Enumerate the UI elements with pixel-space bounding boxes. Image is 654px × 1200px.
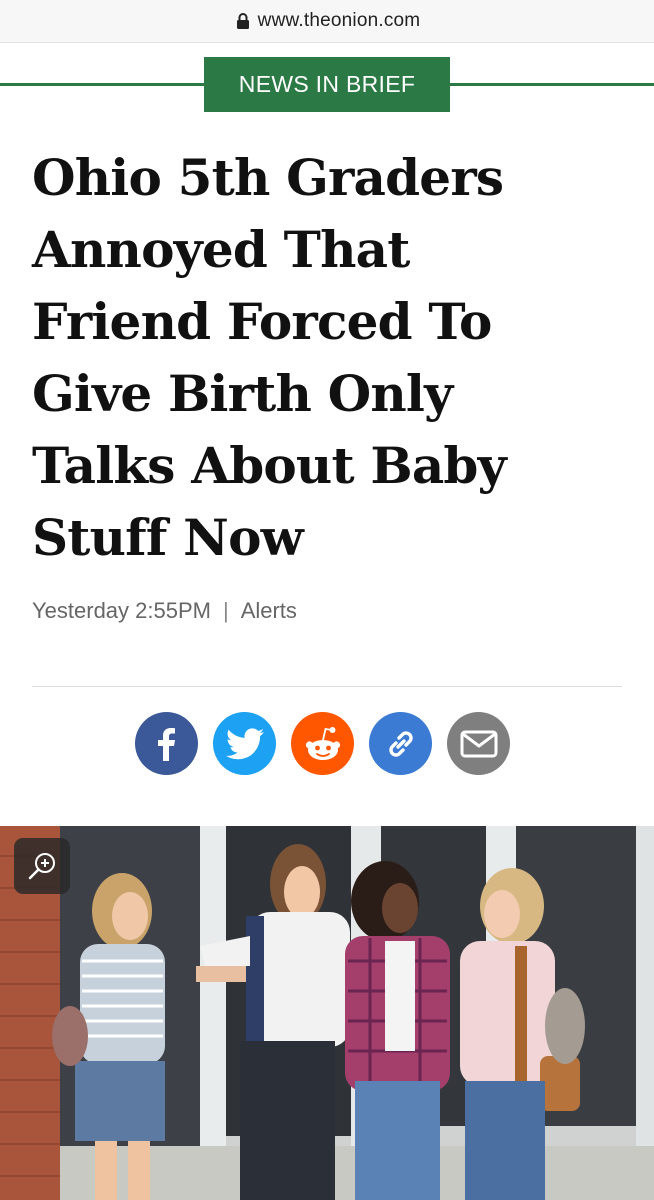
email-share-button[interactable] — [447, 712, 510, 775]
zoom-button[interactable] — [14, 838, 70, 894]
twitter-share-button[interactable] — [213, 712, 276, 775]
reddit-icon — [305, 726, 340, 760]
headline-line: Annoyed That — [32, 220, 410, 279]
reddit-share-button[interactable] — [291, 712, 354, 775]
category-link[interactable]: Alerts — [241, 598, 297, 624]
copy-link-button[interactable] — [369, 712, 432, 775]
headline: Ohio 5th Graders Annoyed That Friend For… — [32, 142, 632, 574]
article-meta: Yesterday 2:55PM | Alerts — [32, 598, 297, 624]
mail-icon — [460, 730, 497, 757]
headline-line: Ohio 5th Graders — [32, 148, 504, 207]
headline-line: Stuff Now — [32, 508, 304, 567]
headline-line: Talks About Baby — [32, 436, 507, 495]
facebook-share-button[interactable] — [135, 712, 198, 775]
lock-icon — [236, 13, 249, 29]
divider — [32, 686, 622, 687]
twitter-icon — [225, 727, 264, 759]
section-tag[interactable]: NEWS IN BRIEF — [204, 57, 450, 112]
headline-line: Give Birth Only — [32, 364, 453, 423]
facebook-icon — [157, 727, 175, 761]
timestamp: Yesterday 2:55PM — [32, 598, 211, 623]
schoolchildren-photo — [0, 826, 654, 1200]
meta-separator: | — [222, 598, 229, 623]
url-bar[interactable]: www.theonion.com — [0, 0, 654, 43]
url-text: www.theonion.com — [257, 10, 421, 31]
zoom-in-icon — [28, 853, 55, 880]
share-bar — [135, 712, 510, 775]
article-photo[interactable] — [0, 826, 654, 1200]
headline-line: Friend Forced To — [32, 292, 492, 351]
link-icon — [388, 730, 413, 757]
